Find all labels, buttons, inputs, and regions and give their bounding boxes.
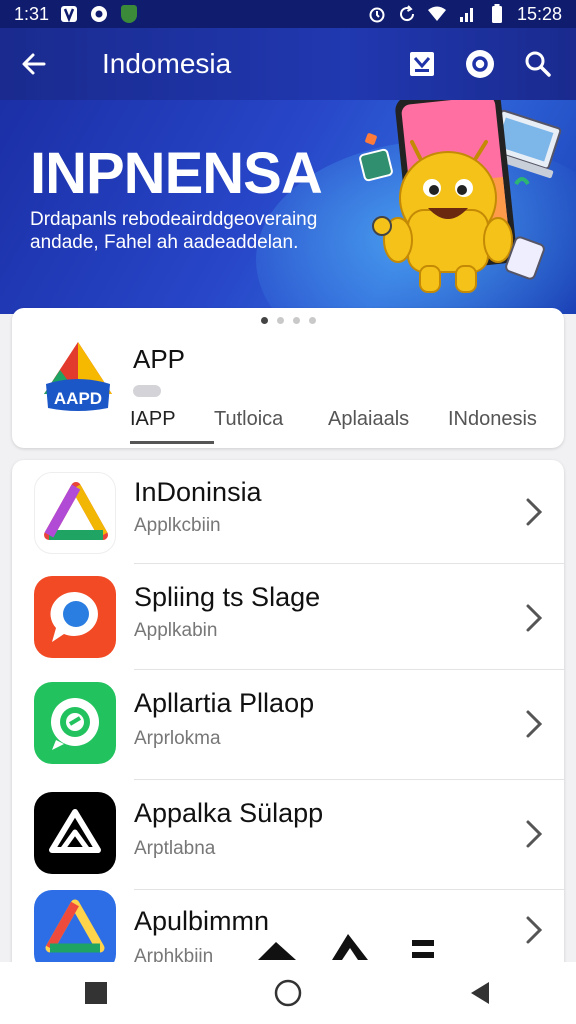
app-list: InDoninsia Applkcbiin Spliing ts Slage A…	[12, 460, 564, 980]
carousel-dot[interactable]	[292, 317, 300, 324]
tab-tutloica[interactable]: Tutloica	[214, 404, 328, 444]
overlay-mountain-icon	[332, 934, 368, 960]
list-item-subtitle: Arprlokma	[134, 728, 221, 749]
triangle-back-icon	[471, 982, 489, 1004]
screen: 1:31 15:28 Indomesia INPNENSA Drdapanls …	[0, 0, 576, 1024]
list-item-title: Apulbimmn	[134, 906, 270, 936]
list-item-title: InDoninsia	[134, 477, 262, 507]
app-bar-actions	[404, 46, 576, 82]
list-item-subtitle: Applkcbiin	[134, 515, 221, 536]
back-arrow-icon	[22, 53, 46, 75]
page-title: Indomesia	[102, 48, 232, 79]
chat-bubble-icon	[34, 576, 116, 658]
list-item[interactable]: Apllartia Pllaop Arprlokma	[12, 670, 564, 780]
overlay-triangle-icon	[258, 942, 296, 960]
system-nav-bar	[0, 962, 576, 1024]
promo-banner[interactable]: INPNENSA Drdapanls rebodeairddgeoveraing…	[0, 100, 576, 314]
camera-button[interactable]	[462, 46, 498, 82]
home-button[interactable]	[258, 968, 318, 1018]
square-icon	[85, 982, 107, 1004]
shield-icon	[119, 4, 139, 24]
rating-placeholder	[133, 385, 161, 397]
tab-aplaiaals[interactable]: Aplaiaals	[328, 404, 448, 444]
search-icon	[525, 51, 551, 77]
featured-tabs: IAPP Tutloica Aplaiaals INdonesis	[130, 404, 558, 444]
list-item-subtitle: Arptlabna	[134, 838, 216, 859]
battery-icon	[487, 4, 507, 24]
circle-icon	[89, 4, 109, 24]
tab-indonesis[interactable]: INdonesis	[448, 404, 558, 444]
carousel-dot[interactable]	[276, 317, 284, 324]
chevron-right-icon	[526, 710, 543, 738]
drive-logo-icon	[34, 890, 116, 972]
camera-icon	[466, 50, 494, 78]
carousel-dots	[12, 317, 564, 324]
mascot-phone-illustration	[359, 100, 562, 293]
recents-button[interactable]	[66, 968, 126, 1018]
chevron-right-icon	[526, 498, 543, 526]
status-left: 1:31	[14, 4, 139, 25]
list-item-title: Appalka Sülapp	[134, 798, 324, 828]
featured-app-card[interactable]: AAPD APP IAPP Tutloica Aplaiaals INdones…	[12, 308, 564, 448]
download-icon	[410, 52, 434, 76]
chevron-right-icon	[526, 820, 543, 848]
overlay-equals-icon	[412, 940, 434, 958]
status-time-left: 1:31	[14, 3, 50, 24]
list-item[interactable]: Spliing ts Slage Applkabin	[12, 564, 564, 670]
circle-home-icon	[274, 979, 302, 1007]
carousel-dot[interactable]	[260, 317, 268, 324]
status-time-right: 15:28	[516, 3, 562, 24]
status-right: 15:28	[367, 4, 562, 25]
mountain-logo-icon	[34, 792, 116, 874]
app-bar: Indomesia	[0, 28, 576, 100]
back-arrow-button[interactable]	[0, 28, 68, 100]
search-button[interactable]	[520, 46, 556, 82]
list-item[interactable]: InDoninsia Applkcbiin	[12, 460, 564, 564]
list-item-title: Spliing ts Slage	[134, 582, 321, 612]
notification-icon	[59, 4, 79, 24]
back-button[interactable]	[450, 968, 510, 1018]
wifi-icon	[427, 4, 447, 24]
triangle-logo-icon	[34, 472, 116, 554]
signal-icon	[457, 4, 477, 24]
featured-app-name: APP	[133, 344, 186, 374]
chevron-right-icon	[526, 916, 543, 944]
sync-icon	[397, 4, 417, 24]
download-button[interactable]	[404, 46, 440, 82]
list-item-subtitle: Applkabin	[134, 620, 218, 641]
banner-subtitle: Drdapanls rebodeairddgeoveraing andade, …	[30, 209, 318, 253]
list-item-title: Apllartia Pllaop	[134, 688, 315, 718]
featured-logo-text: AAPD	[54, 389, 102, 408]
chevron-right-icon	[526, 604, 543, 632]
carousel-dot[interactable]	[308, 317, 316, 324]
featured-app-logo-icon: AAPD	[44, 342, 112, 411]
tab-iapp[interactable]: IAPP	[130, 404, 214, 444]
alarm-icon	[367, 4, 387, 24]
banner-heading: INPNENSA	[30, 141, 323, 206]
list-item[interactable]: Appalka Sülapp Arptlabna	[12, 780, 564, 890]
status-bar: 1:31 15:28	[0, 0, 576, 28]
whatsapp-icon	[34, 682, 116, 764]
